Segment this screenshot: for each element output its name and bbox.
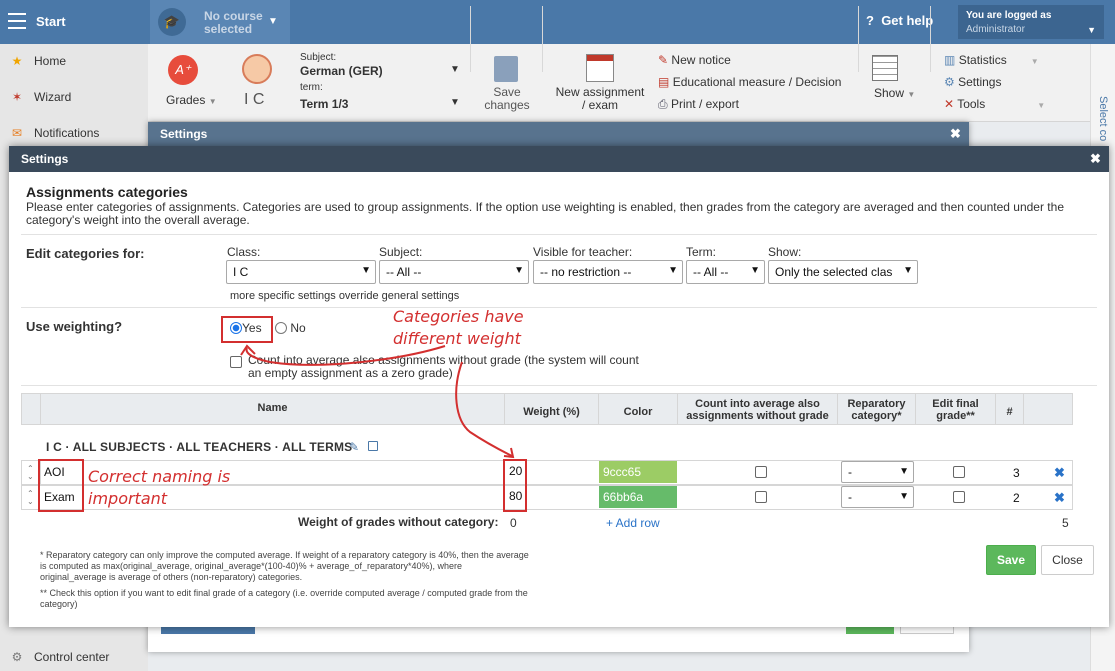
arrow-to-yes [245, 345, 446, 366]
arrow-to-weight [455, 361, 513, 457]
annotation-arrows [240, 344, 515, 459]
